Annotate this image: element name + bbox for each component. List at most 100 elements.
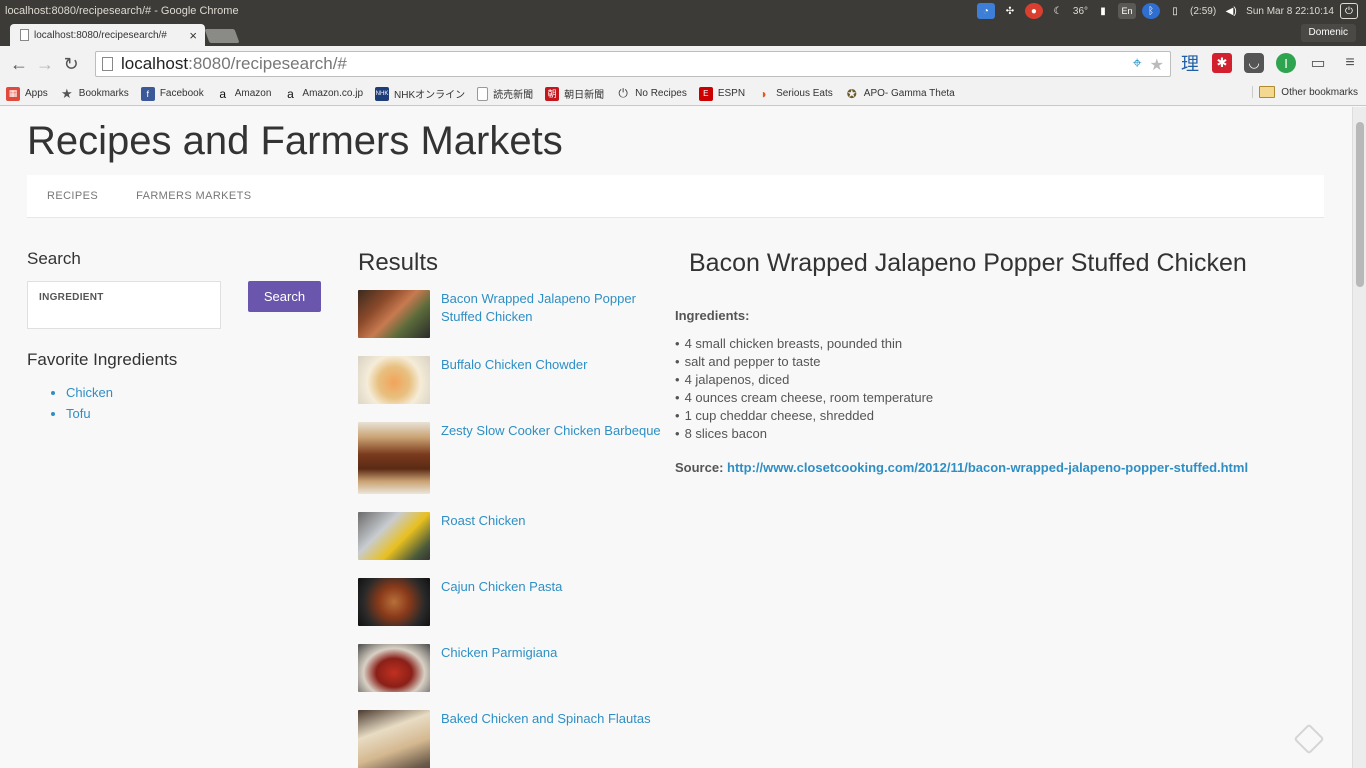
volume-icon[interactable]: ◀) bbox=[1222, 3, 1240, 19]
browser-tab[interactable]: localhost:8080/recipesearch/# × bbox=[10, 24, 205, 46]
recipe-thumbnail[interactable] bbox=[358, 290, 430, 338]
battery-time: (2:59) bbox=[1190, 5, 1217, 17]
bookmark-apps[interactable]: ▦ Apps bbox=[6, 86, 48, 101]
search-button[interactable]: Search bbox=[248, 281, 321, 312]
ingredients-list: 4 small chicken breasts, pounded thin sa… bbox=[675, 335, 934, 443]
pocket-extension-icon[interactable]: ◡ bbox=[1244, 53, 1264, 73]
result-link[interactable]: Cajun Chicken Pasta bbox=[441, 578, 663, 626]
folder-icon bbox=[1259, 86, 1276, 98]
close-tab-icon[interactable]: × bbox=[189, 28, 197, 43]
favorite-chicken-link[interactable]: Chicken bbox=[66, 385, 113, 400]
url-path: :8080/recipesearch/# bbox=[188, 54, 347, 73]
bookmarks-bar: ▦ Apps ★ Bookmarks f Facebook a Amazon a Amaz… bbox=[0, 82, 1366, 106]
profile-button[interactable]: Domenic bbox=[1300, 24, 1356, 42]
address-bar[interactable]: localhost:8080/recipesearch/# ⌖ ★ bbox=[95, 51, 1171, 77]
serious-eats-icon: ◗ bbox=[760, 86, 768, 101]
bookmark-asahi[interactable]: 朝朝日新聞 bbox=[545, 86, 604, 101]
source-label: Source: bbox=[675, 460, 724, 475]
results-heading: Results bbox=[358, 249, 439, 276]
bookmark-yomiuri[interactable]: 読売新聞 bbox=[477, 86, 533, 101]
ingredients-label: Ingredients: bbox=[675, 308, 750, 323]
battery-icon[interactable]: ▯ bbox=[1166, 3, 1184, 19]
other-bookmarks[interactable]: Other bookmarks bbox=[1252, 86, 1358, 98]
site-title: Recipes and Farmers Markets bbox=[27, 119, 563, 163]
weather-tray-icon[interactable]: ☾ bbox=[1049, 3, 1067, 19]
result-link[interactable]: Zesty Slow Cooker Chicken Barbeque bbox=[441, 422, 663, 494]
list-item: 4 small chicken breasts, pounded thin bbox=[675, 335, 933, 353]
bookmark-no-recipes[interactable]: ⏻ No Recipes bbox=[616, 86, 686, 101]
list-item: 1 cup cheddar cheese, shredded bbox=[675, 407, 933, 425]
bookmark-nhk[interactable]: NHK NHKオンライン bbox=[375, 86, 465, 101]
source-line: Source: http://www.closetcooking.com/201… bbox=[675, 460, 1248, 475]
result-item: Cajun Chicken Pasta bbox=[358, 578, 663, 626]
clock[interactable]: Sun Mar 8 22:10:14 bbox=[1246, 6, 1334, 17]
bookmark-star-icon[interactable]: ★ bbox=[1150, 55, 1164, 75]
bookmark-apo[interactable]: ✪ APO- Gamma Theta bbox=[845, 87, 955, 101]
recipe-thumbnail[interactable] bbox=[358, 512, 430, 560]
espn-icon: E bbox=[698, 86, 713, 101]
dropbox-tray-icon[interactable]: ✣ bbox=[1001, 3, 1019, 19]
chrome-tray-icon[interactable]: ● bbox=[1024, 3, 1043, 19]
recipe-thumbnail[interactable] bbox=[358, 644, 430, 692]
result-item: Zesty Slow Cooker Chicken Barbeque bbox=[358, 422, 663, 494]
result-link[interactable]: Buffalo Chicken Chowder bbox=[441, 356, 663, 404]
url-host: localhost bbox=[121, 54, 189, 73]
site-navbar: RECIPES FARMERS MARKETS bbox=[27, 175, 1324, 218]
page-info-icon[interactable] bbox=[102, 57, 113, 71]
recipe-thumbnail[interactable] bbox=[358, 422, 430, 494]
bookmark-amazon-jp[interactable]: a Amazon.co.jp bbox=[283, 87, 363, 101]
apps-grid-icon: ▦ bbox=[6, 86, 20, 101]
recipe-thumbnail[interactable] bbox=[358, 710, 430, 768]
reload-button[interactable]: ↻ bbox=[58, 51, 84, 77]
page-content: Recipes and Farmers Markets RECIPES FARM… bbox=[0, 107, 1352, 768]
window-title: localhost:8080/recipesearch/# - Google C… bbox=[5, 5, 239, 17]
bluetooth-icon[interactable]: ᛒ bbox=[1142, 3, 1161, 19]
source-link[interactable]: http://www.closetcooking.com/2012/11/bac… bbox=[727, 460, 1248, 475]
bookmark-amazon[interactable]: a Amazon bbox=[216, 87, 271, 101]
new-tab-button[interactable] bbox=[204, 29, 240, 43]
star-icon: ★ bbox=[60, 85, 73, 101]
recipe-thumbnail[interactable] bbox=[358, 356, 430, 404]
nav-farmers-markets[interactable]: FARMERS MARKETS bbox=[136, 190, 251, 202]
back-button[interactable]: ← bbox=[6, 51, 32, 77]
list-item: 8 slices bacon bbox=[675, 425, 933, 443]
feedback-icon[interactable] bbox=[1293, 723, 1325, 755]
recipe-thumbnail[interactable] bbox=[358, 578, 430, 626]
nhk-icon: NHK bbox=[375, 86, 390, 101]
ingredient-input[interactable]: INGREDIENT bbox=[27, 281, 221, 329]
list-item: salt and pepper to taste bbox=[675, 353, 933, 371]
list-item: 4 jalapenos, diced bbox=[675, 371, 933, 389]
forward-button[interactable]: → bbox=[32, 51, 58, 77]
scrollbar-thumb[interactable] bbox=[1356, 122, 1364, 287]
bookmark-espn[interactable]: E ESPN bbox=[698, 86, 745, 101]
rikaikun-extension-icon[interactable]: 理 bbox=[1180, 53, 1200, 74]
lastpass-extension-icon[interactable]: ✱ bbox=[1212, 53, 1232, 73]
bookmark-facebook[interactable]: f Facebook bbox=[140, 86, 204, 101]
list-item: Tofu bbox=[66, 403, 113, 424]
bookmark-serious-eats[interactable]: ◗ Serious Eats bbox=[757, 86, 832, 101]
result-item: Bacon Wrapped Jalapeno Popper Stuffed Ch… bbox=[358, 290, 663, 338]
result-link[interactable]: Roast Chicken bbox=[441, 512, 663, 560]
cast-icon[interactable]: ▭ bbox=[1308, 53, 1328, 73]
page-scrollbar[interactable] bbox=[1352, 107, 1366, 768]
extensions-area: 理 ✱ ◡ I ▭ ≡ bbox=[1180, 53, 1360, 74]
result-item: Buffalo Chicken Chowder bbox=[358, 356, 663, 404]
translate-extension-icon[interactable]: ⌖ bbox=[1133, 55, 1142, 75]
favorite-tofu-link[interactable]: Tofu bbox=[66, 406, 91, 421]
result-link[interactable]: Chicken Parmigiana bbox=[441, 644, 663, 692]
chrome-menu-icon[interactable]: ≡ bbox=[1340, 53, 1360, 73]
session-menu-icon[interactable]: ⏻ bbox=[1340, 3, 1358, 19]
result-item: Roast Chicken bbox=[358, 512, 663, 560]
bookmark-bookmarks[interactable]: ★ Bookmarks bbox=[60, 85, 129, 101]
result-item: Baked Chicken and Spinach Flautas bbox=[358, 710, 663, 768]
network-signal-icon[interactable]: ▮ bbox=[1094, 3, 1112, 19]
tab-title: localhost:8080/recipesearch/# bbox=[34, 29, 167, 41]
keyboard-layout-indicator[interactable]: En bbox=[1118, 3, 1137, 19]
instapaper-extension-icon[interactable]: I bbox=[1276, 53, 1296, 73]
wifi-tray-icon[interactable]: ◔ bbox=[976, 3, 995, 19]
result-link[interactable]: Bacon Wrapped Jalapeno Popper Stuffed Ch… bbox=[441, 290, 663, 338]
search-heading: Search bbox=[27, 249, 81, 268]
result-link[interactable]: Baked Chicken and Spinach Flautas bbox=[441, 710, 663, 768]
tab-page-icon bbox=[20, 29, 29, 41]
nav-recipes[interactable]: RECIPES bbox=[47, 190, 98, 202]
